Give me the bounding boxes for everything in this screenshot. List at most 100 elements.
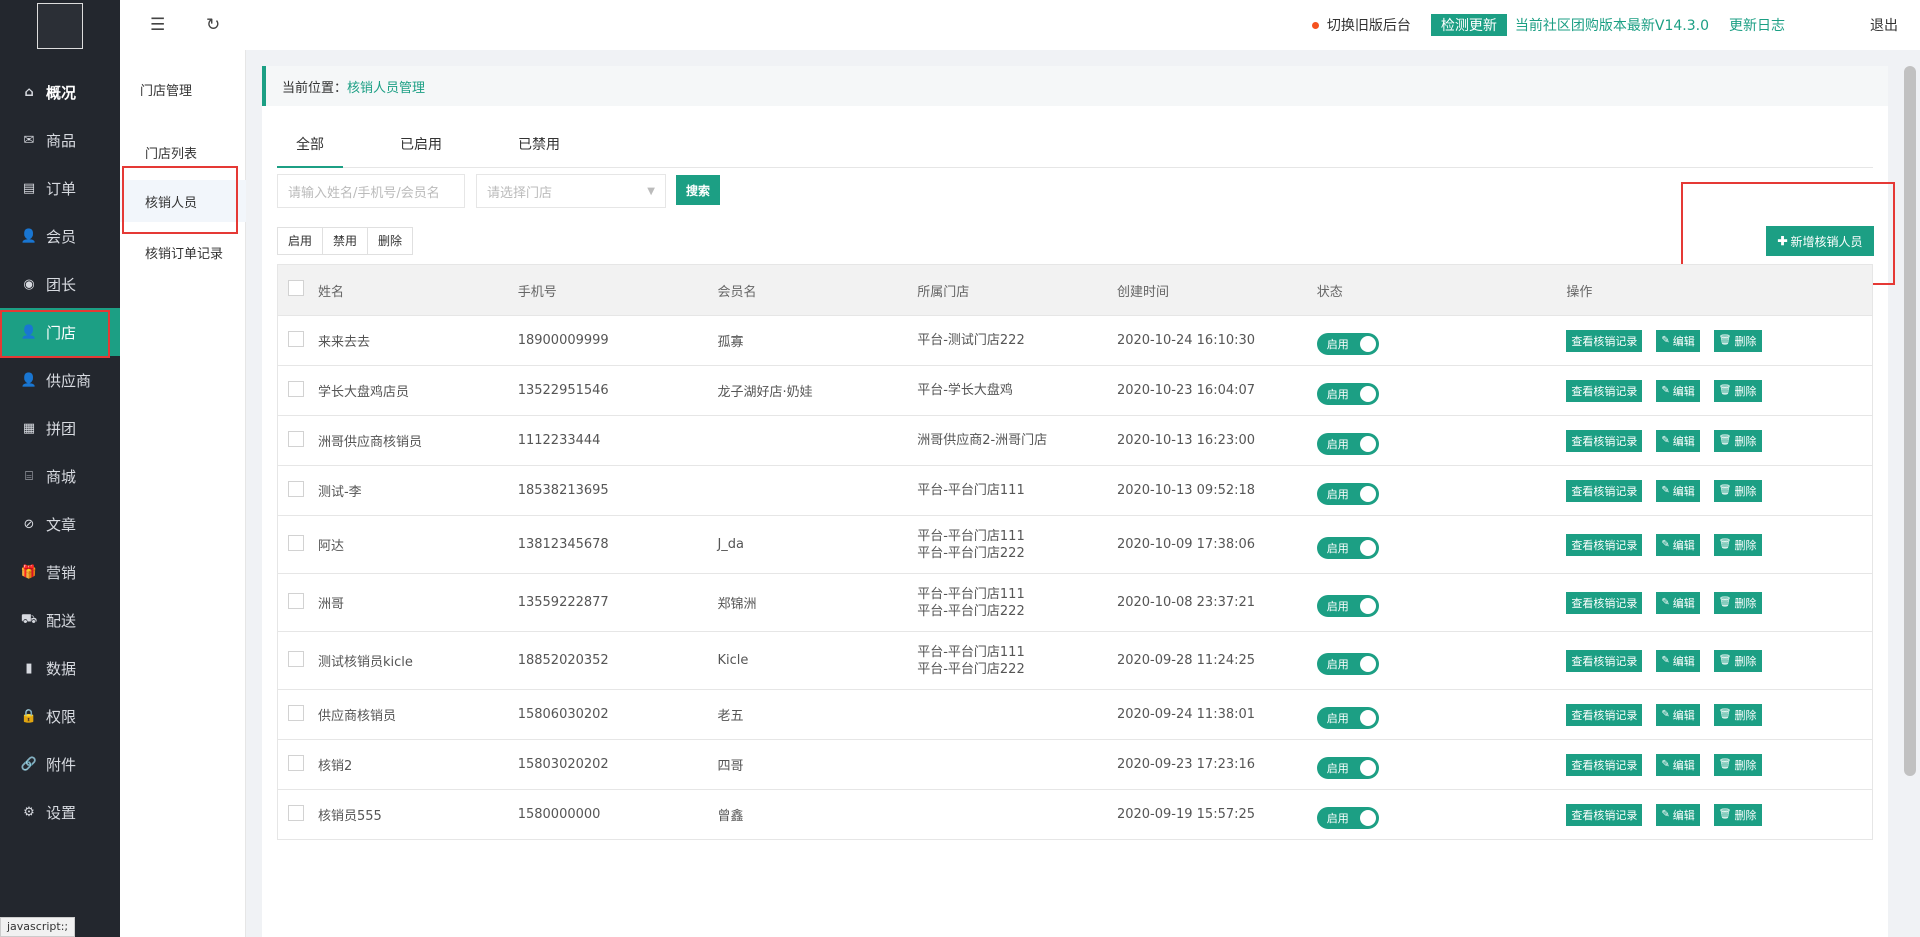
- row-time: 2020-10-09 17:38:06: [1116, 537, 1256, 552]
- search-button[interactable]: 搜索: [676, 175, 720, 205]
- delete-button[interactable]: 🗑 删除: [1713, 649, 1762, 672]
- logo-image[interactable]: [37, 3, 83, 49]
- store-select[interactable]: 请选择门店 ▼: [476, 174, 666, 208]
- edit-button[interactable]: ✎ 编辑: [1656, 591, 1700, 614]
- delete-label: 删除: [1734, 334, 1757, 348]
- home-icon: ⌂: [24, 84, 34, 100]
- sidebar-item-6[interactable]: 👤 供应商: [0, 356, 120, 404]
- status-toggle[interactable]: 启用: [1316, 594, 1379, 617]
- status-toggle[interactable]: 启用: [1316, 756, 1379, 779]
- toggle-knob: [1359, 709, 1376, 726]
- sidebar-item-7[interactable]: ▦ 拼团: [0, 404, 120, 452]
- delete-button[interactable]: 🗑 删除: [1713, 591, 1762, 614]
- toggle-knob: [1359, 335, 1376, 352]
- logout-link[interactable]: 退出: [1870, 15, 1898, 35]
- top-bar: ☰ ↻ 切换旧版后台 检测更新 当前社区团购版本最新V14.3.0 更新日志 退…: [120, 0, 1920, 50]
- delete-button[interactable]: 🗑 删除: [1713, 803, 1762, 826]
- edit-button[interactable]: ✎ 编辑: [1656, 533, 1700, 556]
- status-toggle[interactable]: 启用: [1316, 706, 1379, 729]
- view-records-button[interactable]: 查看核销记录: [1566, 379, 1643, 402]
- sidebar-item-13[interactable]: 🔒 权限: [0, 692, 120, 740]
- row-checkbox[interactable]: [288, 534, 304, 551]
- trash-icon: 🗑: [1718, 655, 1732, 666]
- sidebar-item-11[interactable]: ⛟ 配送: [0, 596, 120, 644]
- view-records-button[interactable]: 查看核销记录: [1566, 429, 1643, 452]
- sidebar-item-2[interactable]: ▤ 订单: [0, 164, 120, 212]
- sidebar-item-3[interactable]: 👤 会员: [0, 212, 120, 260]
- status-toggle[interactable]: 启用: [1316, 332, 1379, 355]
- status-toggle[interactable]: 启用: [1316, 432, 1379, 455]
- delete-button[interactable]: 🗑 删除: [1713, 429, 1762, 452]
- tab-all[interactable]: 全部: [277, 122, 343, 168]
- row-checkbox[interactable]: [288, 380, 304, 397]
- delete-button[interactable]: 🗑 删除: [1713, 753, 1762, 776]
- update-log-link[interactable]: 更新日志: [1729, 15, 1785, 35]
- status-dot-icon: [1311, 21, 1319, 29]
- refresh-icon[interactable]: ↻: [206, 15, 220, 35]
- sidebar-item-12[interactable]: ▮ 数据: [0, 644, 120, 692]
- keyword-search-input[interactable]: 请输入姓名/手机号/会员名: [277, 174, 465, 208]
- edit-button[interactable]: ✎ 编辑: [1656, 649, 1700, 672]
- edit-button[interactable]: ✎ 编辑: [1656, 703, 1700, 726]
- status-toggle[interactable]: 启用: [1316, 652, 1379, 675]
- sidebar-item-5[interactable]: 👤 门店: [0, 308, 120, 358]
- collapse-menu-icon[interactable]: ☰: [150, 15, 165, 35]
- sub-item-verify-orders[interactable]: 核销订单记录: [120, 231, 246, 273]
- switch-old-admin-link[interactable]: 切换旧版后台: [1311, 15, 1411, 35]
- sidebar-item-9[interactable]: ⊘ 文章: [0, 500, 120, 548]
- edit-button[interactable]: ✎ 编辑: [1656, 803, 1700, 826]
- status-toggle[interactable]: 启用: [1316, 382, 1379, 405]
- view-records-button[interactable]: 查看核销记录: [1566, 479, 1643, 502]
- row-checkbox[interactable]: [288, 330, 304, 347]
- row-checkbox[interactable]: [288, 704, 304, 721]
- edit-button[interactable]: ✎ 编辑: [1656, 379, 1700, 402]
- breadcrumb-current[interactable]: 核销人员管理: [347, 77, 425, 96]
- view-records-button[interactable]: 查看核销记录: [1566, 533, 1643, 556]
- delete-label: 删除: [1734, 596, 1757, 610]
- row-checkbox[interactable]: [288, 650, 304, 667]
- tab-enabled[interactable]: 已启用: [381, 122, 461, 168]
- delete-button[interactable]: 🗑 删除: [1713, 479, 1762, 502]
- select-all-checkbox[interactable]: [288, 280, 304, 296]
- delete-button[interactable]: 🗑 删除: [1713, 329, 1762, 352]
- sidebar-item-10[interactable]: 🎁 营销: [0, 548, 120, 596]
- sidebar-item-label: 门店: [46, 323, 77, 342]
- view-records-button[interactable]: 查看核销记录: [1566, 803, 1643, 826]
- add-verifier-button[interactable]: ✚ 新增核销人员: [1766, 226, 1874, 256]
- batch-delete-button[interactable]: 删除: [368, 228, 413, 254]
- status-toggle[interactable]: 启用: [1316, 806, 1379, 829]
- delete-button[interactable]: 🗑 删除: [1713, 379, 1762, 402]
- view-records-button[interactable]: 查看核销记录: [1566, 591, 1643, 614]
- sidebar-item-15[interactable]: ⚙ 设置: [0, 788, 120, 836]
- sidebar-item-14[interactable]: 🔗 附件: [0, 740, 120, 788]
- sidebar-item-1[interactable]: ✉ 商品: [0, 116, 120, 164]
- row-checkbox[interactable]: [288, 592, 304, 609]
- row-time: 2020-10-24 16:10:30: [1116, 333, 1256, 348]
- row-checkbox[interactable]: [288, 804, 304, 821]
- delete-button[interactable]: 🗑 删除: [1713, 533, 1762, 556]
- row-checkbox[interactable]: [288, 480, 304, 497]
- sidebar-item-4[interactable]: ◉ 团长: [0, 260, 120, 308]
- status-toggle[interactable]: 启用: [1316, 536, 1379, 559]
- toggle-knob: [1359, 809, 1376, 826]
- tab-disabled[interactable]: 已禁用: [499, 122, 579, 168]
- row-checkbox[interactable]: [288, 430, 304, 447]
- sidebar-item-8[interactable]: ⌸ 商城: [0, 452, 120, 500]
- check-update-button[interactable]: 检测更新: [1430, 14, 1507, 36]
- batch-enable-button[interactable]: 启用: [278, 228, 324, 254]
- delete-button[interactable]: 🗑 删除: [1713, 703, 1762, 726]
- view-records-button[interactable]: 查看核销记录: [1566, 703, 1643, 726]
- batch-disable-button[interactable]: 禁用: [323, 228, 369, 254]
- sidebar-item-0[interactable]: ⌂ 概况: [0, 68, 120, 116]
- edit-button[interactable]: ✎ 编辑: [1656, 753, 1700, 776]
- view-records-button[interactable]: 查看核销记录: [1566, 753, 1643, 776]
- row-checkbox[interactable]: [288, 754, 304, 771]
- page-scrollbar[interactable]: [1904, 66, 1916, 776]
- view-records-button[interactable]: 查看核销记录: [1566, 649, 1643, 672]
- edit-button[interactable]: ✎ 编辑: [1656, 479, 1700, 502]
- edit-button[interactable]: ✎ 编辑: [1656, 429, 1700, 452]
- view-records-button[interactable]: 查看核销记录: [1566, 329, 1643, 352]
- status-toggle[interactable]: 启用: [1316, 482, 1379, 505]
- edit-button[interactable]: ✎ 编辑: [1656, 329, 1700, 352]
- plus-icon: ✚: [1777, 234, 1788, 248]
